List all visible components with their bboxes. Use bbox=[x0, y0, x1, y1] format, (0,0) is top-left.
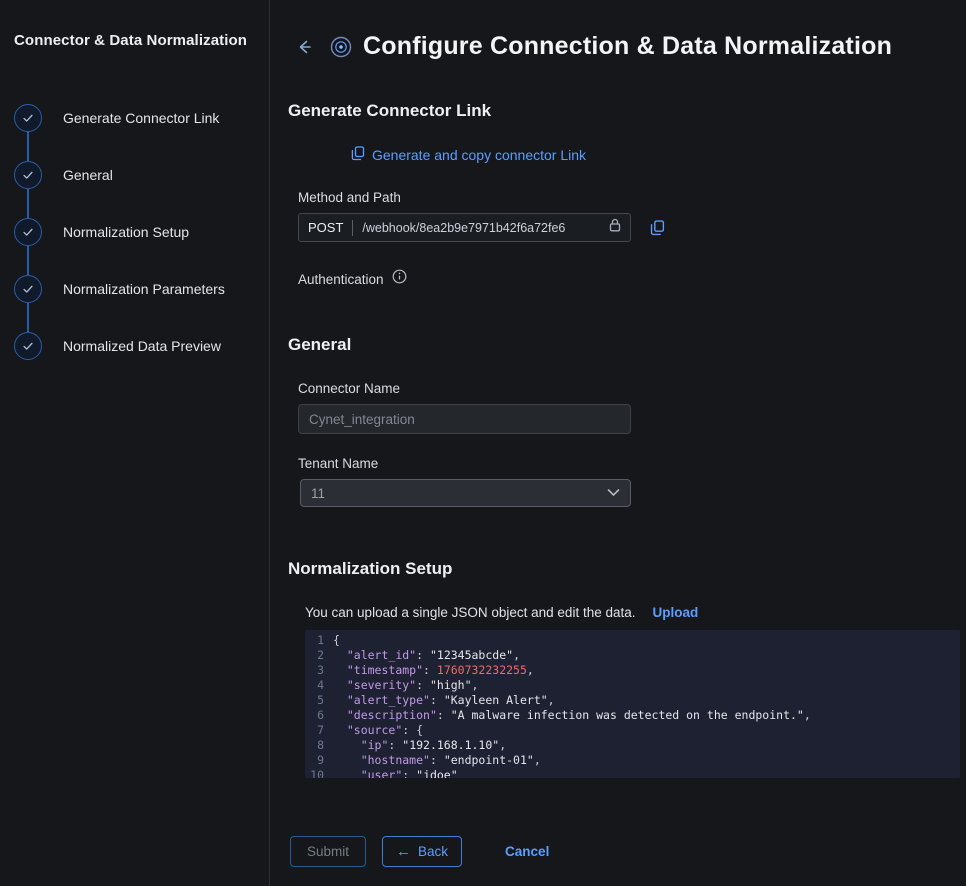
input-divider bbox=[352, 220, 353, 236]
code-line: 2 "alert_id": "12345abcde", bbox=[305, 648, 960, 663]
code-line: 4 "severity": "high", bbox=[305, 678, 960, 693]
back-arrow-icon[interactable] bbox=[288, 35, 320, 59]
copy-path-icon[interactable] bbox=[648, 218, 667, 238]
main-content: Configure Connection & Data Normalizatio… bbox=[270, 0, 966, 886]
upload-row: You can upload a single JSON object and … bbox=[305, 605, 966, 620]
stepper-step[interactable]: General bbox=[14, 146, 255, 203]
app-window: Connector & Data Normalization Generate … bbox=[0, 0, 966, 886]
authentication-row: Authentication bbox=[298, 269, 966, 289]
method-path-label: Method and Path bbox=[298, 190, 966, 205]
footer-actions: Submit ← Back Cancel bbox=[290, 836, 966, 867]
stepper-step[interactable]: Normalization Parameters bbox=[14, 260, 255, 317]
generate-copy-link-label: Generate and copy connector Link bbox=[372, 147, 586, 163]
tenant-name-label: Tenant Name bbox=[298, 456, 966, 471]
step-label: Normalized Data Preview bbox=[63, 338, 221, 354]
section-general: General Connector Name Tenant Name 11 bbox=[288, 335, 966, 507]
back-button-arrow-icon: ← bbox=[396, 844, 411, 859]
code-line: 7 "source": { bbox=[305, 723, 960, 738]
step-label: Generate Connector Link bbox=[63, 110, 219, 126]
code-line: 8 "ip": "192.168.1.10", bbox=[305, 738, 960, 753]
line-number: 10 bbox=[305, 768, 333, 778]
check-icon bbox=[14, 275, 42, 303]
json-editor[interactable]: 1{2 "alert_id": "12345abcde",3 "timestam… bbox=[305, 630, 960, 778]
connector-name-input[interactable] bbox=[298, 404, 631, 434]
generate-copy-connector-link[interactable]: Generate and copy connector Link bbox=[351, 146, 586, 164]
back-button-label: Back bbox=[418, 844, 448, 859]
connector-name-label: Connector Name bbox=[298, 381, 966, 396]
code-line: 6 "description": "A malware infection wa… bbox=[305, 708, 960, 723]
line-number: 6 bbox=[305, 708, 333, 723]
code-line: 1{ bbox=[305, 633, 960, 648]
stepper: Generate Connector Link General Normalizat… bbox=[14, 89, 255, 374]
tenant-name-select[interactable]: 11 bbox=[300, 479, 631, 507]
connector-logo-icon bbox=[330, 36, 352, 58]
step-label: Normalization Parameters bbox=[63, 281, 225, 297]
normalization-section-heading: Normalization Setup bbox=[288, 559, 966, 579]
copy-icon bbox=[351, 146, 365, 164]
tenant-name-value: 11 bbox=[311, 486, 607, 501]
general-section-heading: General bbox=[288, 335, 966, 355]
line-number: 3 bbox=[305, 663, 333, 678]
http-method-value: POST bbox=[308, 220, 343, 235]
stepper-step[interactable]: Generate Connector Link bbox=[14, 89, 255, 146]
section-normalization-setup: Normalization Setup You can upload a sin… bbox=[288, 559, 966, 778]
code-line: 3 "timestamp": 1760732232255, bbox=[305, 663, 960, 678]
check-icon bbox=[14, 332, 42, 360]
sidebar: Connector & Data Normalization Generate … bbox=[0, 0, 270, 886]
code-line: 5 "alert_type": "Kayleen Alert", bbox=[305, 693, 960, 708]
check-icon bbox=[14, 218, 42, 246]
code-line: 9 "hostname": "endpoint-01", bbox=[305, 753, 960, 768]
line-number: 5 bbox=[305, 693, 333, 708]
line-number: 2 bbox=[305, 648, 333, 663]
info-icon[interactable] bbox=[392, 269, 407, 289]
generate-link-row: Generate and copy connector Link bbox=[296, 146, 641, 166]
authentication-label: Authentication bbox=[298, 272, 384, 287]
generate-section-heading: Generate Connector Link bbox=[288, 101, 966, 121]
section-generate-connector-link: Generate Connector Link Generate and cop… bbox=[288, 101, 966, 289]
page-header: Configure Connection & Data Normalizatio… bbox=[288, 32, 966, 61]
upload-hint-text: You can upload a single JSON object and … bbox=[305, 605, 636, 620]
method-path-input[interactable]: POST /webhook/8ea2b9e7971b42f6a72fe6 bbox=[298, 213, 631, 242]
back-button[interactable]: ← Back bbox=[382, 836, 462, 867]
json-editor-code: 1{2 "alert_id": "12345abcde",3 "timestam… bbox=[305, 633, 960, 778]
page-title: Configure Connection & Data Normalizatio… bbox=[363, 32, 892, 61]
webhook-path-value: /webhook/8ea2b9e7971b42f6a72fe6 bbox=[362, 221, 609, 235]
chevron-down-icon bbox=[607, 484, 620, 502]
check-icon bbox=[14, 161, 42, 189]
line-number: 7 bbox=[305, 723, 333, 738]
cancel-button[interactable]: Cancel bbox=[489, 837, 565, 866]
line-number: 8 bbox=[305, 738, 333, 753]
sidebar-title: Connector & Data Normalization bbox=[14, 32, 255, 49]
line-number: 9 bbox=[305, 753, 333, 768]
step-label: Normalization Setup bbox=[63, 224, 189, 240]
stepper-step[interactable]: Normalization Setup bbox=[14, 203, 255, 260]
line-number: 4 bbox=[305, 678, 333, 693]
submit-button[interactable]: Submit bbox=[290, 836, 366, 867]
line-number: 1 bbox=[305, 633, 333, 648]
lock-icon bbox=[609, 218, 621, 237]
code-line: 10 "user": "jdoe" bbox=[305, 768, 960, 778]
check-icon bbox=[14, 104, 42, 132]
upload-link[interactable]: Upload bbox=[653, 605, 699, 620]
step-label: General bbox=[63, 167, 113, 183]
stepper-step[interactable]: Normalized Data Preview bbox=[14, 317, 255, 374]
method-path-row: POST /webhook/8ea2b9e7971b42f6a72fe6 bbox=[298, 213, 966, 242]
